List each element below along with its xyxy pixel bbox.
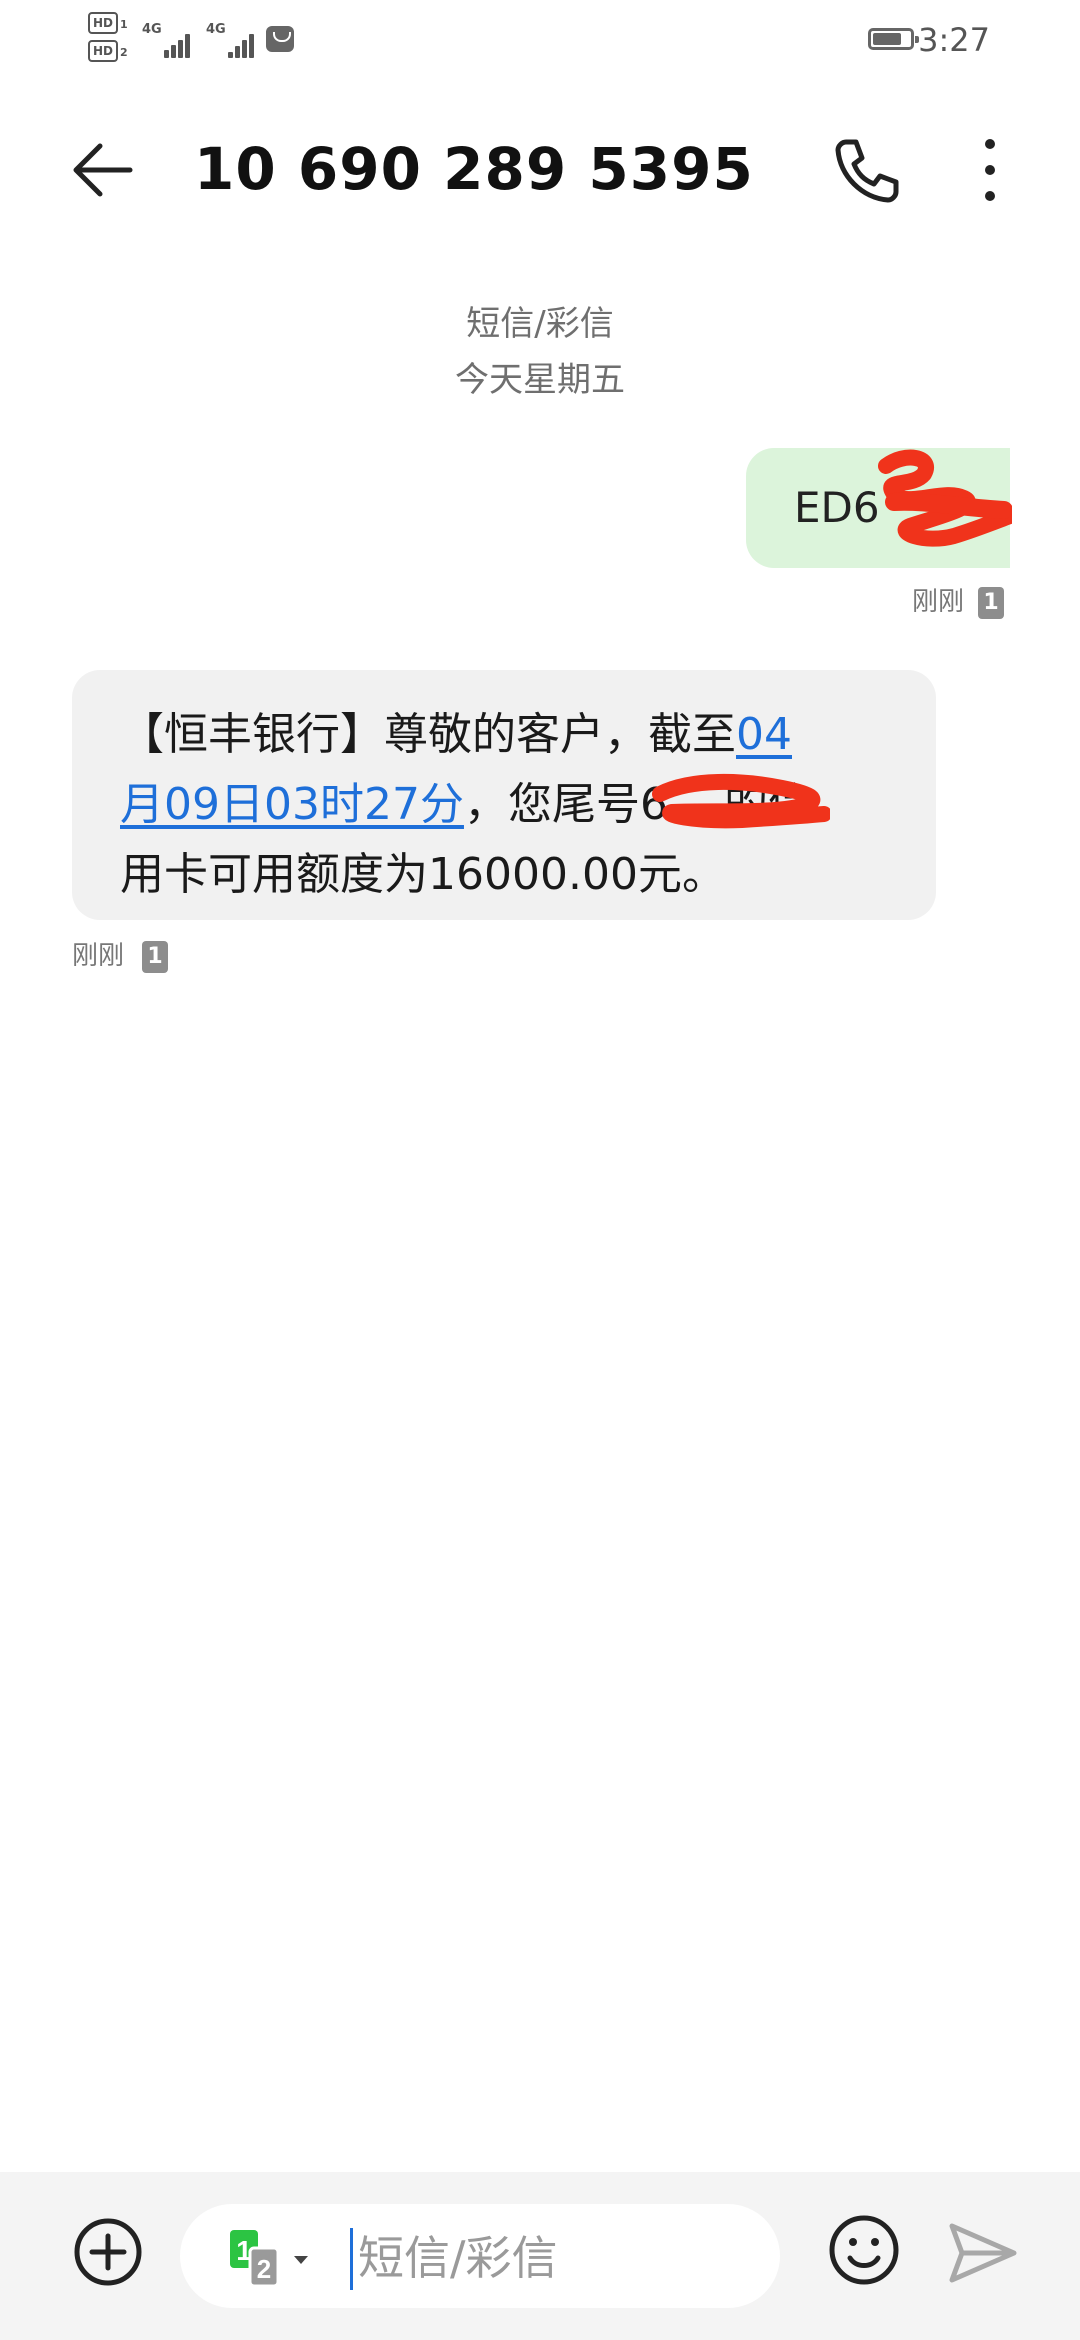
send-button[interactable] (948, 2220, 1018, 2286)
emoji-icon (829, 2215, 899, 2285)
sms-conversation-screen: HD 1 HD 2 4G 4G 3:27 10 690 289 5395 短信/… (0, 0, 1080, 2340)
network-type-sim1: 4G (142, 22, 162, 37)
message-text-prefix: 【恒丰银行】尊敬的客户，截至 (120, 709, 736, 760)
hd-badge-2-sim: 2 (120, 46, 128, 59)
incoming-message-time: 刚刚 (72, 941, 125, 971)
conversation-header: 10 690 289 5395 (0, 110, 1080, 220)
message-text-mid: ，您尾号 (463, 779, 640, 830)
redaction-scribble (878, 449, 1012, 547)
send-icon (949, 2223, 1017, 2283)
battery-fill (873, 33, 901, 45)
message-input[interactable] (356, 2224, 760, 2292)
date-link-part-2[interactable]: 月09日03时27分 (120, 779, 464, 830)
battery-icon (868, 28, 919, 50)
message-text-suffix-2: 用卡可用额度为16000.00元。 (120, 849, 726, 900)
channel-label: 短信/彩信 (466, 304, 614, 344)
status-time: 3:27 (918, 21, 990, 59)
more-options-button[interactable] (960, 130, 1020, 210)
outgoing-message-time: 刚刚 (911, 587, 964, 617)
dual-sim-icon: 1 2 (230, 2230, 308, 2288)
redaction-scribble (652, 773, 830, 829)
network-type-sim2: 4G (206, 22, 226, 37)
huawei-app-icon (266, 26, 294, 52)
sim-selector[interactable]: 1 2 (228, 2228, 318, 2288)
conversation-date-header: 短信/彩信 今天星期五 (0, 296, 1080, 408)
sim-card-icon: 1 (142, 940, 169, 973)
date-link-part-1[interactable]: 04 (736, 709, 792, 760)
outgoing-message-meta: 刚刚 1 (912, 582, 1004, 622)
composer-bar: 1 2 (0, 2172, 1080, 2340)
back-arrow-icon (73, 143, 133, 197)
phone-icon (835, 139, 899, 203)
hd-badge-2: HD (88, 40, 118, 62)
message-input-container: 1 2 (180, 2204, 780, 2308)
add-attachment-button[interactable] (72, 2216, 144, 2288)
hd-badge-1: HD (88, 12, 118, 34)
text-caret (350, 2228, 353, 2290)
sim-card-icon: 1 (978, 586, 1004, 619)
contact-title: 10 690 289 5395 (194, 135, 754, 203)
back-button[interactable] (68, 130, 148, 210)
status-bar: HD 1 HD 2 4G 4G 3:27 (0, 0, 1080, 80)
sim-secondary-label: 2 (257, 2254, 271, 2284)
more-vertical-icon (985, 139, 995, 201)
add-circle-icon (74, 2218, 142, 2286)
incoming-message-meta: 刚刚 1 (72, 936, 169, 976)
emoji-button[interactable] (826, 2212, 902, 2288)
signal-sim2-icon: 4G (206, 22, 272, 58)
hd-badge-1-sim: 1 (120, 18, 128, 31)
call-button[interactable] (826, 130, 906, 210)
date-label: 今天星期五 (455, 360, 625, 400)
signal-sim1-icon: 4G (142, 22, 208, 58)
